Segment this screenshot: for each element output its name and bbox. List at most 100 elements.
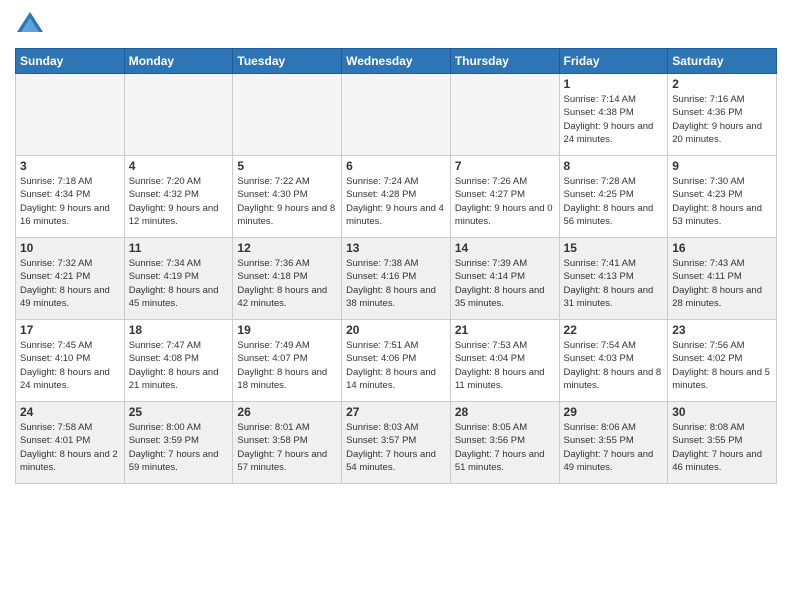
day-number: 1 (564, 77, 664, 91)
calendar-week-row: 10 Sunrise: 7:32 AM Sunset: 4:21 PM Dayli… (16, 238, 777, 320)
calendar-cell: 6 Sunrise: 7:24 AM Sunset: 4:28 PM Daylig… (342, 156, 451, 238)
day-number: 3 (20, 159, 120, 173)
day-info: Sunrise: 7:53 AM Sunset: 4:04 PM Dayligh… (455, 339, 555, 392)
calendar-cell: 5 Sunrise: 7:22 AM Sunset: 4:30 PM Daylig… (233, 156, 342, 238)
calendar-cell: 8 Sunrise: 7:28 AM Sunset: 4:25 PM Daylig… (559, 156, 668, 238)
day-number: 12 (237, 241, 337, 255)
day-number: 26 (237, 405, 337, 419)
day-info: Sunrise: 7:58 AM Sunset: 4:01 PM Dayligh… (20, 421, 120, 474)
calendar-header-friday: Friday (559, 49, 668, 74)
day-info: Sunrise: 7:36 AM Sunset: 4:18 PM Dayligh… (237, 257, 337, 310)
day-number: 27 (346, 405, 446, 419)
day-info: Sunrise: 7:56 AM Sunset: 4:02 PM Dayligh… (672, 339, 772, 392)
calendar-cell: 25 Sunrise: 8:00 AM Sunset: 3:59 PM Dayli… (124, 402, 233, 484)
day-info: Sunrise: 7:34 AM Sunset: 4:19 PM Dayligh… (129, 257, 229, 310)
day-number: 4 (129, 159, 229, 173)
calendar-cell: 7 Sunrise: 7:26 AM Sunset: 4:27 PM Daylig… (450, 156, 559, 238)
calendar-cell: 19 Sunrise: 7:49 AM Sunset: 4:07 PM Dayli… (233, 320, 342, 402)
calendar-week-row: 24 Sunrise: 7:58 AM Sunset: 4:01 PM Dayli… (16, 402, 777, 484)
day-number: 13 (346, 241, 446, 255)
calendar-header-tuesday: Tuesday (233, 49, 342, 74)
calendar-cell: 17Sunrise: 7:45 AM Sunset: 4:10 PM Dayli… (16, 320, 125, 402)
calendar-week-row: 3 Sunrise: 7:18 AM Sunset: 4:34 PM Daylig… (16, 156, 777, 238)
calendar-header-row: SundayMondayTuesdayWednesdayThursdayFrid… (16, 49, 777, 74)
day-number: 10 (20, 241, 120, 255)
day-number: 24 (20, 405, 120, 419)
day-number: 30 (672, 405, 772, 419)
calendar-cell: 11 Sunrise: 7:34 AM Sunset: 4:19 PM Dayli… (124, 238, 233, 320)
calendar-cell: 16 Sunrise: 7:43 AM Sunset: 4:11 PM Dayli… (668, 238, 777, 320)
day-number: 17 (20, 323, 120, 337)
calendar-cell (124, 74, 233, 156)
day-number: 15 (564, 241, 664, 255)
calendar-cell: 24 Sunrise: 7:58 AM Sunset: 4:01 PM Dayli… (16, 402, 125, 484)
day-info: Sunrise: 8:00 AM Sunset: 3:59 PM Dayligh… (129, 421, 229, 474)
calendar-cell: 26 Sunrise: 8:01 AM Sunset: 3:58 PM Dayli… (233, 402, 342, 484)
day-info: Sunrise: 7:28 AM Sunset: 4:25 PM Dayligh… (564, 175, 664, 228)
calendar-header-monday: Monday (124, 49, 233, 74)
calendar-cell: 22Sunrise: 7:54 AM Sunset: 4:03 PM Dayli… (559, 320, 668, 402)
calendar-cell: 1 Sunrise: 7:14 AM Sunset: 4:38 PM Daylig… (559, 74, 668, 156)
day-info: Sunrise: 7:38 AM Sunset: 4:16 PM Dayligh… (346, 257, 446, 310)
calendar-cell: 3 Sunrise: 7:18 AM Sunset: 4:34 PM Daylig… (16, 156, 125, 238)
calendar-cell: 9 Sunrise: 7:30 AM Sunset: 4:23 PM Daylig… (668, 156, 777, 238)
calendar-header-sunday: Sunday (16, 49, 125, 74)
day-info: Sunrise: 7:26 AM Sunset: 4:27 PM Dayligh… (455, 175, 555, 228)
day-number: 18 (129, 323, 229, 337)
day-number: 5 (237, 159, 337, 173)
calendar-cell (342, 74, 451, 156)
day-info: Sunrise: 7:51 AM Sunset: 4:06 PM Dayligh… (346, 339, 446, 392)
day-number: 22 (564, 323, 664, 337)
day-info: Sunrise: 7:16 AM Sunset: 4:36 PM Dayligh… (672, 93, 772, 146)
logo (15, 10, 49, 40)
day-info: Sunrise: 8:06 AM Sunset: 3:55 PM Dayligh… (564, 421, 664, 474)
day-number: 29 (564, 405, 664, 419)
calendar-cell (233, 74, 342, 156)
calendar-week-row: 17Sunrise: 7:45 AM Sunset: 4:10 PM Dayli… (16, 320, 777, 402)
day-number: 21 (455, 323, 555, 337)
day-number: 6 (346, 159, 446, 173)
day-info: Sunrise: 7:24 AM Sunset: 4:28 PM Dayligh… (346, 175, 446, 228)
day-number: 23 (672, 323, 772, 337)
logo-icon (15, 10, 45, 40)
calendar-cell: 28 Sunrise: 8:05 AM Sunset: 3:56 PM Dayli… (450, 402, 559, 484)
page: SundayMondayTuesdayWednesdayThursdayFrid… (0, 0, 792, 612)
calendar-cell: 21 Sunrise: 7:53 AM Sunset: 4:04 PM Dayli… (450, 320, 559, 402)
calendar-cell: 23 Sunrise: 7:56 AM Sunset: 4:02 PM Dayli… (668, 320, 777, 402)
header (15, 10, 777, 40)
day-info: Sunrise: 7:43 AM Sunset: 4:11 PM Dayligh… (672, 257, 772, 310)
calendar-cell (450, 74, 559, 156)
calendar-cell (16, 74, 125, 156)
calendar-cell: 18 Sunrise: 7:47 AM Sunset: 4:08 PM Dayli… (124, 320, 233, 402)
day-info: Sunrise: 7:30 AM Sunset: 4:23 PM Dayligh… (672, 175, 772, 228)
day-number: 7 (455, 159, 555, 173)
day-number: 9 (672, 159, 772, 173)
day-info: Sunrise: 7:32 AM Sunset: 4:21 PM Dayligh… (20, 257, 120, 310)
day-info: Sunrise: 8:08 AM Sunset: 3:55 PM Dayligh… (672, 421, 772, 474)
day-info: Sunrise: 8:05 AM Sunset: 3:56 PM Dayligh… (455, 421, 555, 474)
day-info: Sunrise: 8:01 AM Sunset: 3:58 PM Dayligh… (237, 421, 337, 474)
day-number: 25 (129, 405, 229, 419)
calendar-table: SundayMondayTuesdayWednesdayThursdayFrid… (15, 48, 777, 484)
day-number: 28 (455, 405, 555, 419)
day-number: 8 (564, 159, 664, 173)
day-info: Sunrise: 7:22 AM Sunset: 4:30 PM Dayligh… (237, 175, 337, 228)
calendar-week-row: 1 Sunrise: 7:14 AM Sunset: 4:38 PM Daylig… (16, 74, 777, 156)
day-info: Sunrise: 7:41 AM Sunset: 4:13 PM Dayligh… (564, 257, 664, 310)
calendar-cell: 20 Sunrise: 7:51 AM Sunset: 4:06 PM Dayli… (342, 320, 451, 402)
day-info: Sunrise: 7:18 AM Sunset: 4:34 PM Dayligh… (20, 175, 120, 228)
calendar-cell: 12 Sunrise: 7:36 AM Sunset: 4:18 PM Dayli… (233, 238, 342, 320)
calendar-cell: 30 Sunrise: 8:08 AM Sunset: 3:55 PM Dayli… (668, 402, 777, 484)
day-info: Sunrise: 7:47 AM Sunset: 4:08 PM Dayligh… (129, 339, 229, 392)
day-info: Sunrise: 7:49 AM Sunset: 4:07 PM Dayligh… (237, 339, 337, 392)
day-number: 11 (129, 241, 229, 255)
calendar-cell: 10 Sunrise: 7:32 AM Sunset: 4:21 PM Dayli… (16, 238, 125, 320)
day-number: 19 (237, 323, 337, 337)
day-info: Sunrise: 7:20 AM Sunset: 4:32 PM Dayligh… (129, 175, 229, 228)
day-info: Sunrise: 8:03 AM Sunset: 3:57 PM Dayligh… (346, 421, 446, 474)
calendar-cell: 27 Sunrise: 8:03 AM Sunset: 3:57 PM Dayli… (342, 402, 451, 484)
day-number: 16 (672, 241, 772, 255)
day-info: Sunrise: 7:14 AM Sunset: 4:38 PM Dayligh… (564, 93, 664, 146)
day-number: 20 (346, 323, 446, 337)
calendar-cell: 2Sunrise: 7:16 AM Sunset: 4:36 PM Daylig… (668, 74, 777, 156)
